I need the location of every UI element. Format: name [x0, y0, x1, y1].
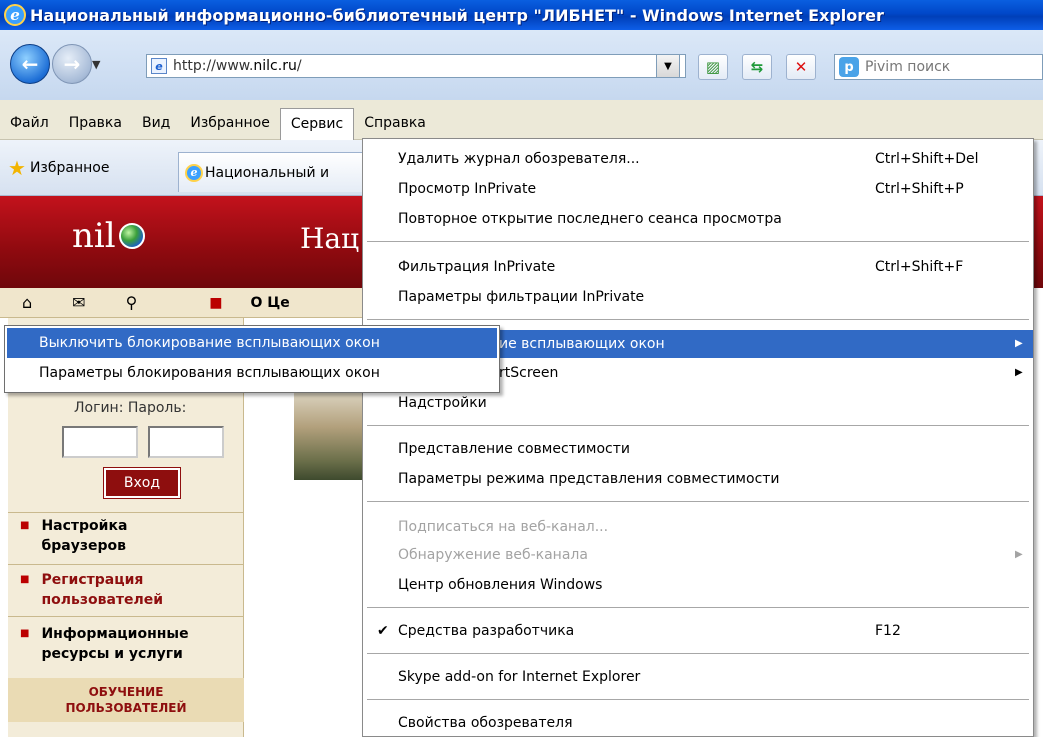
menu-item-windows-update[interactable]: Центр обновления Windows	[363, 571, 1033, 599]
menu-separator	[367, 501, 1029, 502]
submenu-arrow-icon: ▶	[1015, 338, 1023, 349]
password-input[interactable]	[148, 426, 224, 458]
refresh-icon: ⇆	[750, 58, 764, 76]
site-icon-row: ⌂ ✉ ⚲ ■ О Це	[0, 288, 380, 318]
menu-item-inprivate-browsing[interactable]: Просмотр InPrivate Ctrl+Shift+P	[363, 175, 1033, 203]
menu-separator	[367, 607, 1029, 608]
forward-button[interactable]: →	[52, 44, 92, 84]
address-bar[interactable]: e http://www.nilc.ru/	[146, 54, 686, 78]
page-icon: e	[151, 58, 167, 74]
forward-arrow-icon: →	[63, 52, 81, 76]
search-icon[interactable]: ⚲	[126, 293, 138, 312]
menu-item-disable-popup-blocker[interactable]: Выключить блокирование всплывающих окон	[7, 328, 497, 358]
history-dropdown-icon[interactable]: ▼	[92, 58, 100, 71]
link-registration[interactable]: ■ Регистрация пользователей	[20, 570, 163, 610]
menu-separator	[367, 241, 1029, 242]
training-section-header[interactable]: ОБУЧЕНИЕ ПОЛЬЗОВАТЕЛЕЙ	[8, 678, 244, 722]
login-button[interactable]: Вход	[103, 467, 181, 499]
menu-item-inprivate-filter-settings[interactable]: Параметры фильтрации InPrivate	[363, 283, 1033, 311]
window-title: Национальный информационно-библиотечный …	[30, 5, 884, 25]
menu-item-popup-blocker-settings[interactable]: Параметры блокирования всплывающих окон	[7, 358, 497, 388]
submenu-arrow-icon: ▶	[1015, 549, 1023, 560]
menu-favorites[interactable]: Избранное	[180, 108, 280, 138]
building-photo	[294, 384, 364, 480]
menu-item-inprivate-filtering[interactable]: Фильтрация InPrivate Ctrl+Shift+F	[363, 253, 1033, 281]
menu-item-internet-options[interactable]: Свойства обозревателя	[363, 709, 1033, 737]
menu-bar: Файл Правка Вид Избранное Сервис Справка	[0, 106, 1043, 140]
window-title-bar: e Национальный информационно-библиотечны…	[0, 0, 1043, 30]
menu-separator	[367, 425, 1029, 426]
divider	[8, 512, 244, 513]
divider	[8, 564, 244, 565]
menu-tools[interactable]: Сервис	[279, 107, 355, 140]
menu-help[interactable]: Справка	[354, 108, 436, 138]
favorites-button[interactable]: ★ Избранное	[8, 156, 109, 180]
login-input[interactable]	[62, 426, 138, 458]
site-logo[interactable]: nil	[72, 216, 145, 256]
favorites-label: Избранное	[29, 160, 110, 176]
ie-logo-icon: e	[4, 4, 26, 26]
menu-item-delete-history[interactable]: Удалить журнал обозревателя... Ctrl+Shift…	[363, 145, 1033, 173]
tools-menu: Удалить журнал обозревателя... Ctrl+Shift…	[362, 138, 1034, 737]
compatibility-icon: ▨	[705, 58, 721, 76]
menu-view[interactable]: Вид	[132, 108, 180, 138]
link-resources[interactable]: ■ Информационные ресурсы и услуги	[20, 624, 189, 664]
refresh-button[interactable]: ⇆	[742, 54, 772, 80]
menu-separator	[367, 653, 1029, 654]
address-toolbar: ← → ▼ e http://www.nilc.ru/ ▼ ▨ ⇆ ✕ p Pi…	[0, 30, 1043, 100]
site-heading: Нац	[300, 222, 360, 255]
stop-button[interactable]: ✕	[786, 54, 816, 80]
menu-item-developer-tools[interactable]: ✔ Средства разработчика F12	[363, 617, 1033, 645]
menu-file[interactable]: Файл	[0, 108, 59, 138]
login-label: Логин: Пароль:	[74, 400, 187, 416]
address-dropdown-button[interactable]: ▼	[656, 54, 680, 78]
menu-item-reopen-session[interactable]: Повторное открытие последнего сеанса про…	[363, 205, 1033, 233]
menu-item-compatibility-view[interactable]: Представление совместимости	[363, 435, 1033, 463]
divider	[8, 616, 244, 617]
link-browser-settings[interactable]: ■ Настройка браузеров	[20, 516, 127, 556]
globe-icon	[118, 223, 145, 249]
menu-separator	[367, 319, 1029, 320]
mail-icon[interactable]: ✉	[72, 293, 85, 312]
submenu-arrow-icon: ▶	[1015, 367, 1023, 378]
menu-item-compatibility-settings[interactable]: Параметры режима представления совместим…	[363, 465, 1033, 493]
star-icon: ★	[8, 156, 26, 180]
search-box[interactable]: p Pivim поиск	[834, 54, 1043, 80]
menu-item-subscribe-feed: Подписаться на веб-канал...	[398, 519, 609, 535]
menu-item-feed-discovery: Обнаружение веб-канала ▶	[363, 541, 1033, 569]
popup-blocker-submenu: Выключить блокирование всплывающих окон …	[4, 325, 500, 393]
about-link[interactable]: ■ О Це	[187, 295, 290, 311]
tab-ie-icon: e	[185, 163, 203, 182]
menu-item-skype-addon[interactable]: Skype add-on for Internet Explorer	[363, 663, 1033, 691]
menu-item-addons[interactable]: Надстройки	[363, 389, 1033, 417]
search-placeholder: Pivim поиск	[865, 59, 951, 75]
menu-separator	[367, 699, 1029, 700]
home-icon[interactable]: ⌂	[22, 293, 32, 312]
checkmark-icon: ✔	[377, 623, 389, 639]
browser-tab[interactable]: e Национальный и	[178, 152, 368, 192]
compatibility-view-button[interactable]: ▨	[698, 54, 728, 80]
stop-icon: ✕	[794, 58, 808, 76]
back-arrow-icon: ←	[21, 52, 39, 76]
back-button[interactable]: ←	[10, 44, 50, 84]
menu-edit[interactable]: Правка	[59, 108, 132, 138]
search-provider-icon: p	[839, 57, 859, 77]
address-url[interactable]: http://www.nilc.ru/	[173, 58, 302, 74]
tab-title: Национальный и	[205, 164, 330, 181]
